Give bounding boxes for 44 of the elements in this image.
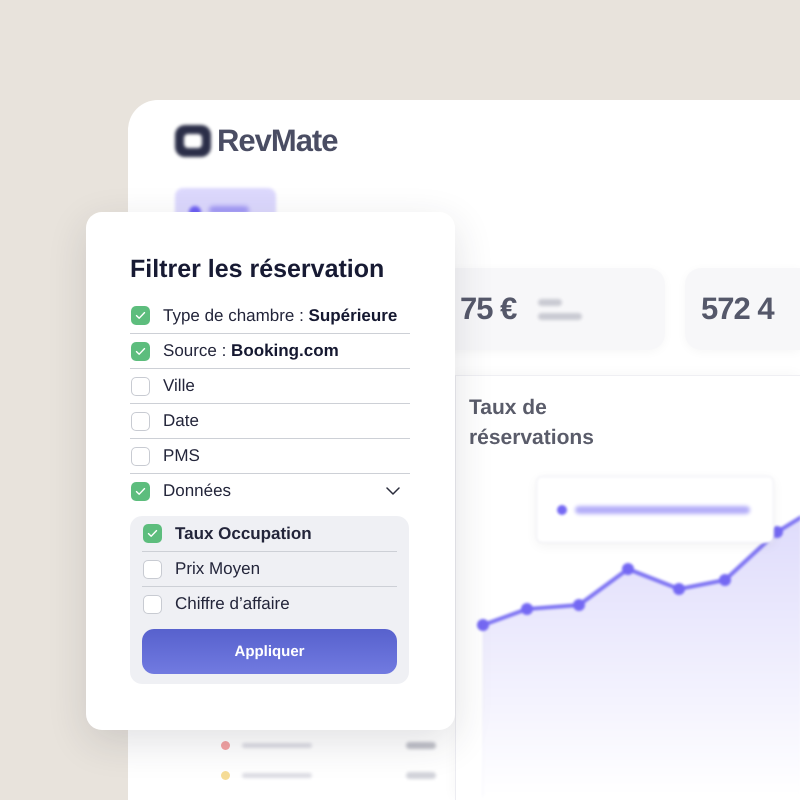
checkbox[interactable]	[131, 376, 150, 396]
chart-title: Taux de réservations	[469, 395, 595, 451]
checkbox[interactable]	[131, 412, 150, 430]
kpi-value: 572 4	[701, 291, 774, 327]
chart-point	[477, 619, 489, 631]
checkbox[interactable]	[143, 560, 162, 578]
checkbox[interactable]	[131, 306, 150, 325]
filter-label: Source : Booking.com	[163, 341, 339, 361]
kpi-value: 75 €	[460, 291, 516, 327]
filter-title: Filtrer les réservation	[130, 254, 386, 284]
chart-point	[771, 526, 783, 538]
filter-label: Prix Moyen	[175, 559, 260, 579]
chevron-icon[interactable]	[386, 487, 400, 495]
blurred-text-drawing	[538, 312, 582, 320]
chart-point	[673, 583, 685, 595]
filter-label: PMS	[163, 446, 200, 466]
checkbox[interactable]	[143, 594, 162, 614]
checkbox[interactable]	[131, 342, 150, 360]
legend-dot-icon	[557, 504, 567, 514]
checkbox[interactable]	[143, 524, 162, 543]
checkbox[interactable]	[131, 446, 150, 466]
blurred-text-drawing	[242, 772, 312, 778]
check-icon	[135, 311, 146, 320]
chart-point	[573, 599, 585, 611]
filter-label: Données	[163, 481, 232, 501]
checkbox[interactable]	[131, 482, 150, 500]
blurred-text-drawing	[242, 742, 312, 748]
filter-label: Ville	[163, 376, 195, 396]
filter-label: Taux Occupation	[175, 524, 312, 544]
blurred-text-drawing	[538, 298, 562, 306]
blurred-text-drawing	[406, 742, 436, 748]
check-icon	[135, 346, 146, 356]
filter-label: Date	[163, 411, 199, 431]
blurred-text-drawing	[406, 772, 436, 778]
check-icon	[147, 529, 158, 538]
check-icon	[135, 486, 146, 496]
logo-icon	[175, 125, 211, 157]
chart-point	[622, 563, 634, 575]
apply-button[interactable]: Appliquer	[142, 629, 397, 674]
filter-label: Type de chambre : Supérieure	[163, 306, 398, 326]
chart-point	[521, 603, 533, 615]
chart-point	[719, 574, 731, 586]
filter-label: Chiffre d’affaire	[175, 594, 290, 614]
logo-text: RevMate	[217, 125, 338, 157]
